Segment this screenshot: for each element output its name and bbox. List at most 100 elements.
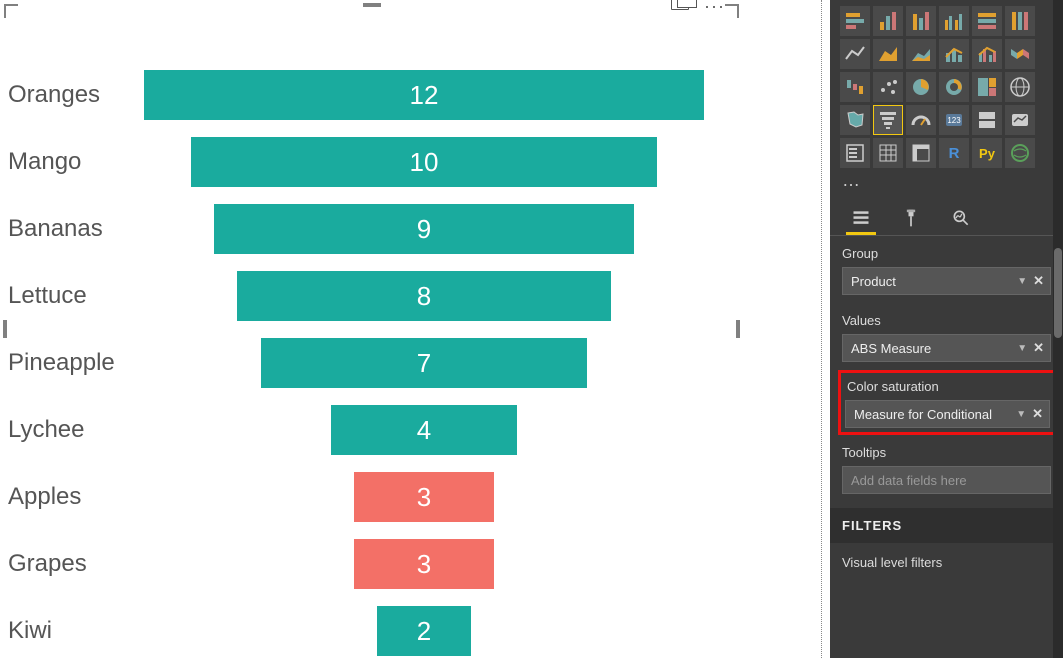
hundred-stacked-bar-icon[interactable]	[972, 6, 1002, 36]
report-canvas[interactable]: ··· Oranges 12 Mango 10 Bananas 9 Lettuce 8 Pine…	[0, 0, 821, 658]
group-field-section: Group Product ▼ ✕	[830, 236, 1063, 303]
funnel-bar[interactable]: 10	[191, 137, 658, 187]
funnel-row: Kiwi 2	[4, 600, 739, 662]
selection-corner-tr[interactable]	[725, 4, 739, 18]
color-saturation-field-well[interactable]: Measure for Conditional ▼ ✕	[845, 400, 1050, 428]
remove-field-icon[interactable]: ✕	[1032, 406, 1043, 422]
group-field-well[interactable]: Product ▼ ✕	[842, 267, 1051, 295]
values-field-well[interactable]: ABS Measure ▼ ✕	[842, 334, 1051, 362]
funnel-row: Apples 3	[4, 466, 739, 528]
donut-chart-icon[interactable]	[939, 72, 969, 102]
selection-corner-tl[interactable]	[4, 4, 18, 18]
scatter-chart-icon[interactable]	[873, 72, 903, 102]
filled-map-icon[interactable]	[840, 105, 870, 135]
funnel-row: Lychee 4	[4, 399, 739, 461]
visualization-gallery: 123 R Py	[830, 0, 1063, 168]
visualizations-panel: 123 R Py … Group Product ▼ ✕ Values ABS Me…	[830, 0, 1063, 658]
tooltips-field-well[interactable]: Add data fields here	[842, 466, 1051, 494]
r-visual-icon[interactable]: R	[939, 138, 969, 168]
matrix-icon[interactable]	[906, 138, 936, 168]
svg-text:R: R	[949, 145, 960, 162]
svg-text:Py: Py	[979, 146, 996, 161]
stacked-area-icon[interactable]	[906, 39, 936, 69]
funnel-category-label: Oranges	[8, 81, 100, 109]
values-field-value: ABS Measure	[851, 341, 931, 356]
panel-scrollbar-track[interactable]	[1053, 0, 1063, 658]
panel-tabs	[830, 197, 1063, 236]
funnel-bar[interactable]: 9	[214, 204, 634, 254]
funnel-row: Mango 10	[4, 131, 739, 193]
treemap-icon[interactable]	[972, 72, 1002, 102]
chevron-down-icon[interactable]: ▼	[1017, 343, 1027, 354]
chevron-down-icon[interactable]: ▼	[1017, 276, 1027, 287]
kpi-icon[interactable]	[1005, 105, 1035, 135]
card-icon[interactable]: 123	[939, 105, 969, 135]
funnel-bar[interactable]: 7	[261, 338, 588, 388]
chevron-down-icon[interactable]: ▼	[1016, 409, 1026, 420]
funnel-bar[interactable]: 3	[354, 539, 494, 589]
funnel-category-label: Mango	[8, 148, 81, 176]
funnel-row: Oranges 12	[4, 64, 739, 126]
python-visual-icon[interactable]: Py	[972, 138, 1002, 168]
funnel-bar[interactable]: 2	[377, 606, 470, 656]
funnel-chart-icon[interactable]	[873, 105, 903, 135]
funnel-bar[interactable]: 4	[331, 405, 518, 455]
slicer-icon[interactable]	[840, 138, 870, 168]
remove-field-icon[interactable]: ✕	[1033, 340, 1044, 356]
gallery-more-icon[interactable]: …	[830, 168, 1063, 197]
remove-field-icon[interactable]: ✕	[1033, 273, 1044, 289]
tooltips-placeholder: Add data fields here	[851, 473, 967, 488]
funnel-chart: Oranges 12 Mango 10 Bananas 9 Lettuce 8 Pineappl…	[4, 64, 739, 667]
funnel-bar[interactable]: 8	[237, 271, 610, 321]
values-field-section: Values ABS Measure ▼ ✕	[830, 303, 1063, 370]
focus-mode-icon[interactable]	[671, 0, 689, 10]
tooltips-label: Tooltips	[842, 445, 1051, 460]
funnel-category-label: Pineapple	[8, 349, 115, 377]
funnel-category-label: Lettuce	[8, 282, 87, 310]
color-saturation-label: Color saturation	[845, 379, 1050, 394]
funnel-category-label: Apples	[8, 483, 81, 511]
funnel-visual-container[interactable]: ··· Oranges12Mango10Bananas9Lettuce8Pine…	[4, 4, 739, 654]
area-chart-icon[interactable]	[873, 39, 903, 69]
visual-more-options-icon[interactable]: ···	[704, 0, 725, 17]
svg-text:123: 123	[947, 116, 961, 125]
resize-handle-top[interactable]	[363, 3, 381, 7]
line-chart-icon[interactable]	[840, 39, 870, 69]
ribbon-chart-icon[interactable]	[1005, 39, 1035, 69]
panel-scrollbar-thumb[interactable]	[1054, 248, 1062, 338]
clustered-column-icon[interactable]	[939, 6, 969, 36]
funnel-bar[interactable]: 12	[144, 70, 704, 120]
color-saturation-highlight: Color saturation Measure for Conditional…	[838, 370, 1057, 435]
funnel-category-label: Lychee	[8, 416, 85, 444]
funnel-category-label: Kiwi	[8, 617, 52, 645]
funnel-category-label: Bananas	[8, 215, 103, 243]
group-label: Group	[842, 246, 1051, 261]
hundred-stacked-column-icon[interactable]	[1005, 6, 1035, 36]
funnel-category-label: Grapes	[8, 550, 87, 578]
arcgis-map-icon[interactable]	[1005, 138, 1035, 168]
multi-row-card-icon[interactable]	[972, 105, 1002, 135]
group-field-value: Product	[851, 274, 896, 289]
tooltips-field-section: Tooltips Add data fields here	[830, 435, 1063, 502]
table-icon[interactable]	[873, 138, 903, 168]
visual-level-filters-label[interactable]: Visual level filters	[830, 543, 1063, 582]
waterfall-icon[interactable]	[840, 72, 870, 102]
format-tab[interactable]	[896, 203, 926, 235]
stacked-bar-icon[interactable]	[840, 6, 870, 36]
fields-tab[interactable]	[846, 203, 876, 235]
gauge-icon[interactable]	[906, 105, 936, 135]
pie-chart-icon[interactable]	[906, 72, 936, 102]
funnel-bar[interactable]: 3	[354, 472, 494, 522]
funnel-row: Bananas 9	[4, 198, 739, 260]
line-clustered-column-icon[interactable]	[972, 39, 1002, 69]
funnel-row: Pineapple 7	[4, 332, 739, 394]
funnel-row: Grapes 3	[4, 533, 739, 595]
analytics-tab[interactable]	[946, 203, 976, 235]
values-label: Values	[842, 313, 1051, 328]
stacked-column-icon[interactable]	[906, 6, 936, 36]
line-stacked-column-icon[interactable]	[939, 39, 969, 69]
filters-header[interactable]: FILTERS	[830, 508, 1063, 543]
panel-divider	[821, 0, 822, 658]
clustered-bar-icon[interactable]	[873, 6, 903, 36]
map-icon[interactable]	[1005, 72, 1035, 102]
